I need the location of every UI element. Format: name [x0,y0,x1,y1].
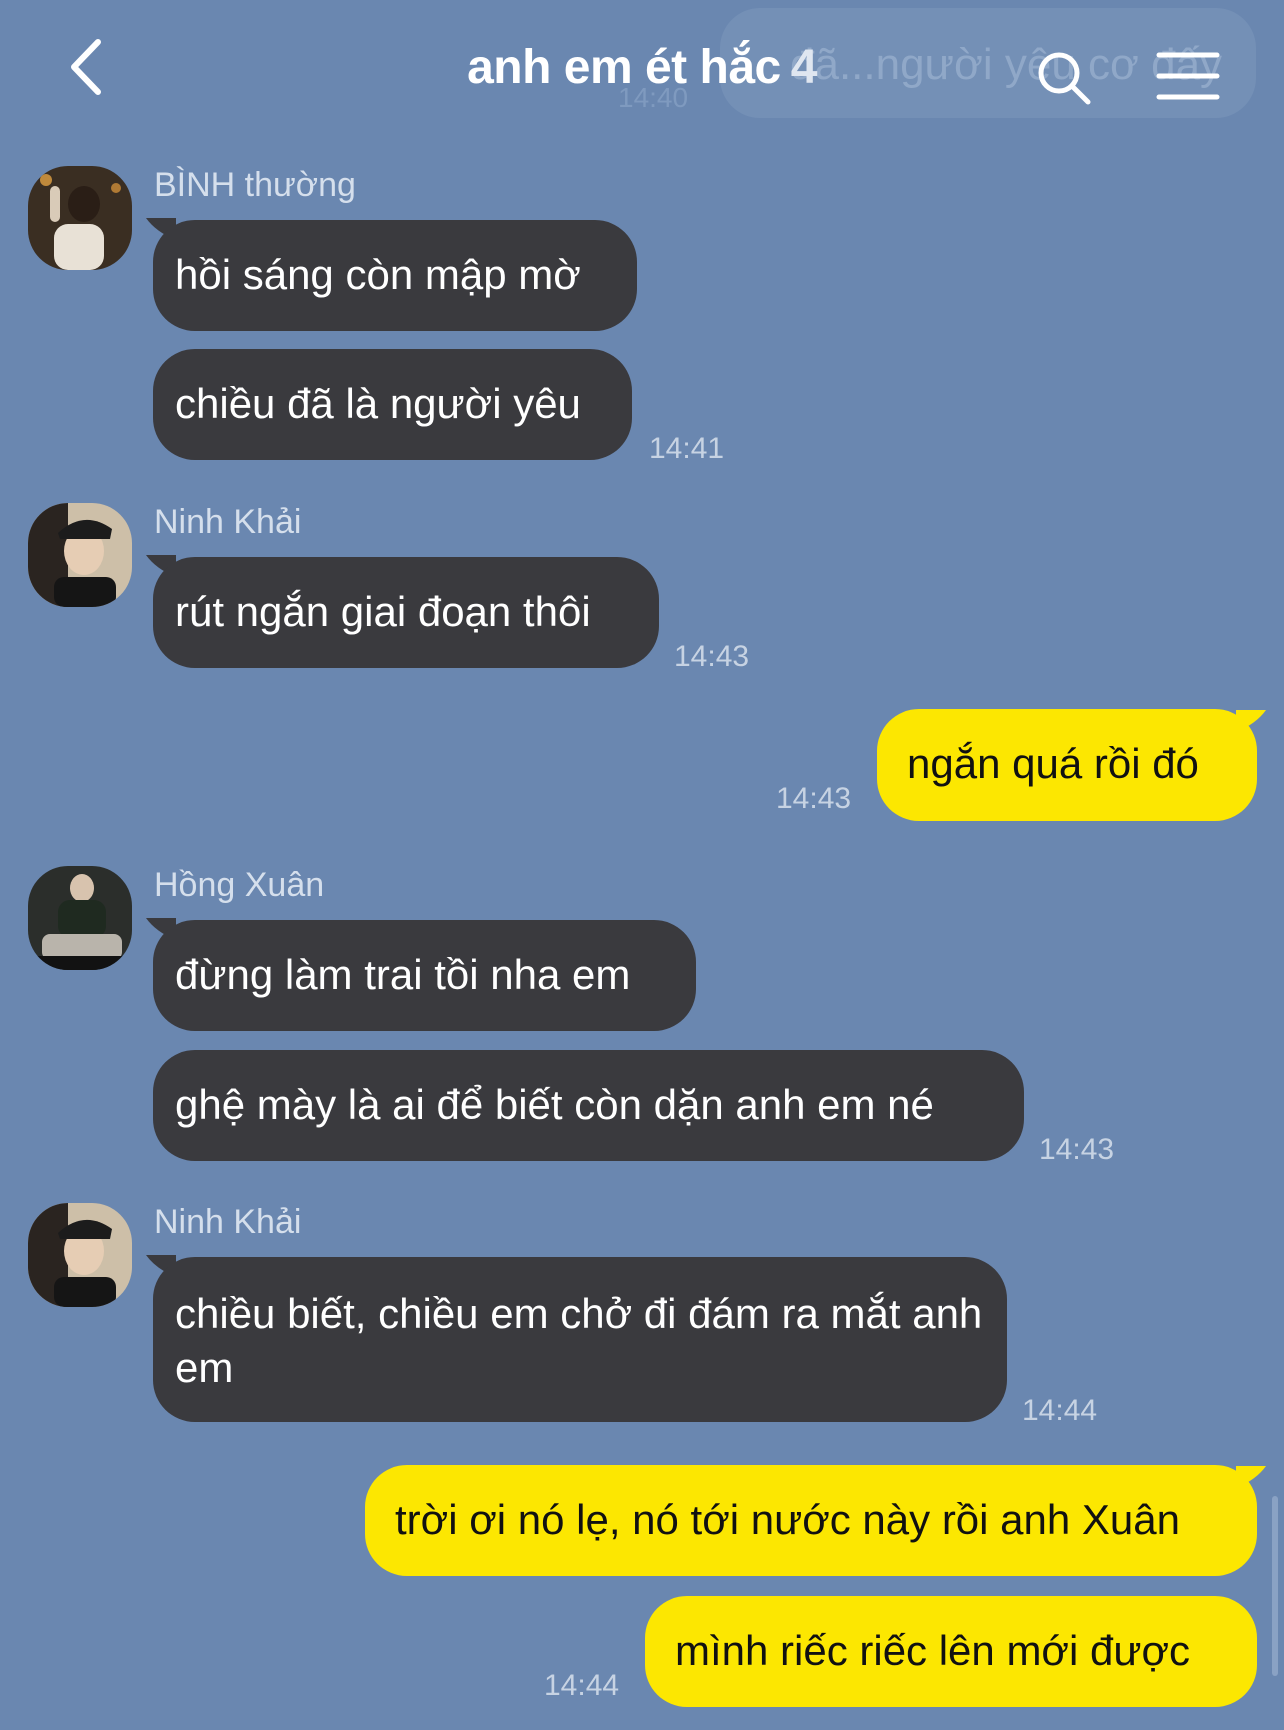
sender-name: Hồng Xuân [154,866,325,904]
member-count: 4 [790,41,818,94]
message-bubble[interactable]: đừng làm trai tồi nha em [153,920,696,1031]
message-bubble[interactable]: mình riếc riếc lên mới được [645,1596,1257,1707]
menu-button[interactable] [1156,50,1220,102]
message-bubble[interactable]: trời ơi nó lẹ, nó tới nước này rồi anh X… [365,1465,1257,1576]
message-time: 14:41 [649,432,725,465]
avatar[interactable] [28,1203,132,1307]
message-bubble[interactable]: chiều đã là người yêu [153,349,632,460]
chat-header: anh em ét hắc 4 [0,0,1284,130]
message-time: 14:43 [674,640,750,673]
sender-name: Ninh Khải [154,503,302,541]
message-time: 14:44 [544,1669,620,1702]
avatar[interactable] [28,503,132,607]
search-icon [1038,52,1091,105]
search-button[interactable] [1034,48,1094,108]
sender-name: BÌNH thường [154,166,356,204]
scrollbar[interactable] [1272,1496,1278,1676]
message-bubble[interactable]: ngắn quá rồi đó [877,709,1257,821]
avatar[interactable] [28,166,132,270]
sender-name: Ninh Khải [154,1203,302,1241]
message-bubble[interactable]: hồi sáng còn mập mờ [153,220,637,331]
message-bubble[interactable]: rút ngắn giai đoạn thôi [153,557,659,668]
avatar[interactable] [28,866,132,970]
message-bubble[interactable]: chiều biết, chiều em chở đi đám ra mắt a… [153,1257,1007,1422]
message-time: 14:44 [1022,1394,1098,1427]
message-bubble[interactable]: ghệ mày là ai để biết còn dặn anh em né [153,1050,1024,1161]
message-time: 14:43 [776,782,852,815]
message-time: 14:43 [1039,1133,1115,1166]
hamburger-menu-icon [1156,52,1220,100]
chat-title-text: anh em ét hắc [467,41,781,94]
